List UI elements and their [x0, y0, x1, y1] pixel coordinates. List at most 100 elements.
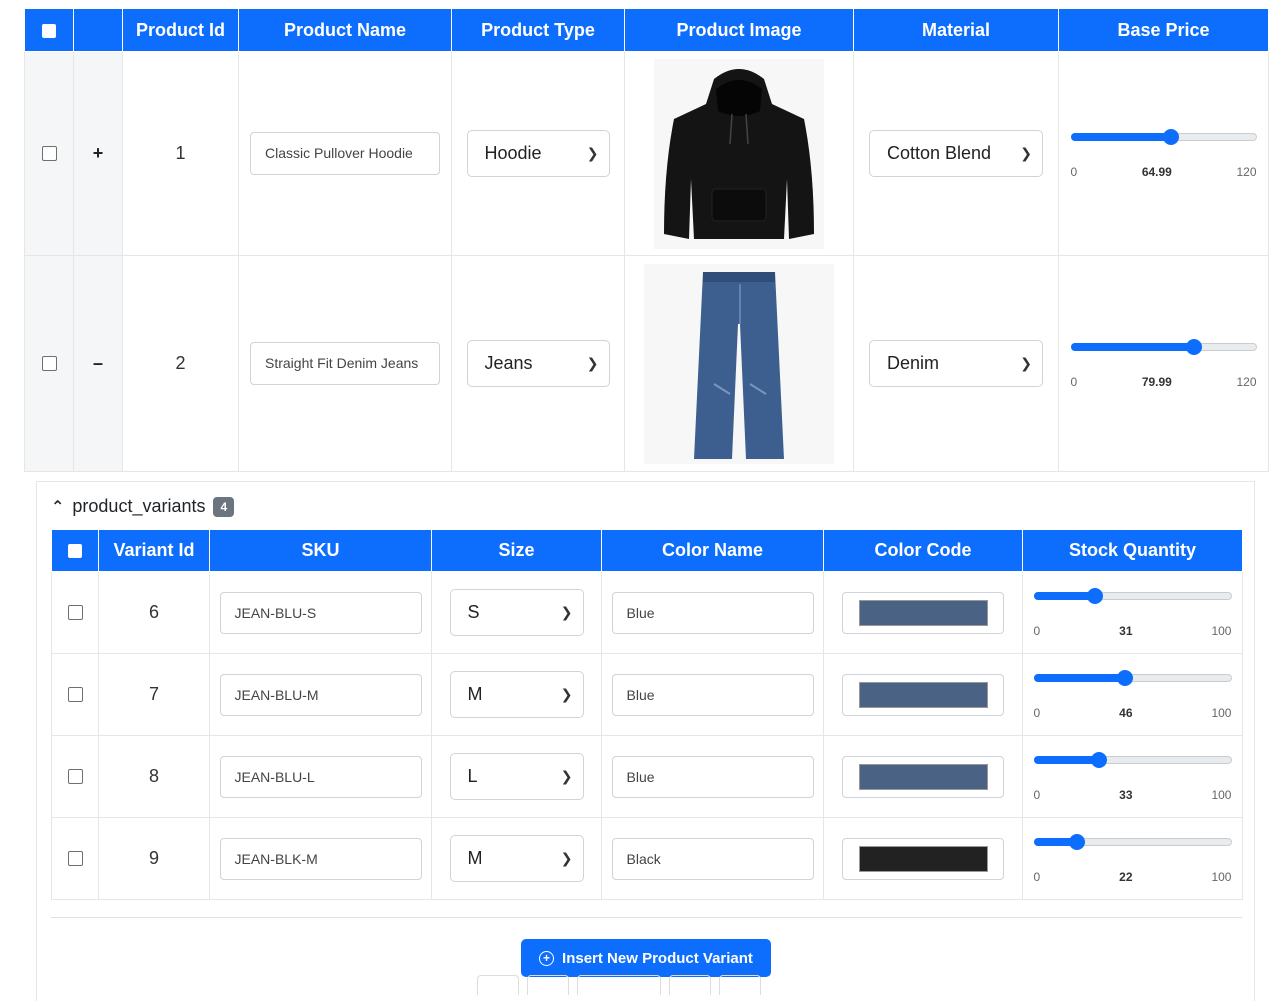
pager-prev-button[interactable] — [527, 975, 569, 995]
slider-thumb[interactable] — [1163, 128, 1180, 145]
sku-cell: JEAN-BLK-M — [209, 817, 432, 900]
stock-slider[interactable] — [1033, 587, 1232, 604]
variant-id: 6 — [148, 602, 159, 622]
collapse-toggle[interactable]: – — [93, 353, 103, 373]
slider-thumb[interactable] — [1116, 669, 1133, 686]
slider-thumb[interactable] — [1069, 833, 1086, 850]
sku-input[interactable]: JEAN-BLU-L — [219, 755, 422, 798]
size-select[interactable]: L ❯ — [449, 753, 584, 800]
row-checkbox[interactable] — [41, 355, 57, 371]
select-all-checkbox[interactable] — [42, 23, 56, 38]
color-name-input[interactable]: Black — [611, 837, 814, 880]
variant-checkbox[interactable] — [67, 686, 83, 702]
header-material[interactable]: Material — [853, 8, 1059, 52]
header-stock-quantity[interactable]: Stock Quantity — [1022, 529, 1243, 572]
product-name-cell: Classic Pullover Hoodie — [238, 51, 452, 256]
expand-cell: – — [73, 255, 123, 472]
sku-input[interactable]: JEAN-BLU-S — [219, 591, 422, 634]
size-select[interactable]: M ❯ — [449, 835, 584, 882]
color-swatch — [858, 763, 988, 790]
stock-min: 0 — [1033, 705, 1041, 720]
product-type-select[interactable]: Hoodie ❯ — [466, 130, 610, 177]
header-variant-id[interactable]: Variant Id — [98, 529, 210, 572]
material-value: Cotton Blend — [887, 143, 992, 163]
stock-scale: 0 31 100 — [1034, 624, 1232, 638]
stock-slider[interactable] — [1033, 669, 1232, 686]
insert-variant-button[interactable]: + Insert New Product Variant — [521, 939, 771, 977]
color-name-input[interactable]: Blue — [611, 673, 814, 716]
variants-header[interactable]: ⌃ product_variants 4 — [51, 496, 235, 517]
divider — [51, 917, 1242, 918]
header-base-price[interactable]: Base Price — [1058, 8, 1269, 52]
insert-variant-label: Insert New Product Variant — [562, 949, 753, 967]
stock-slider[interactable] — [1033, 833, 1232, 850]
color-name-cell: Black — [601, 817, 824, 900]
header-product-type[interactable]: Product Type — [451, 8, 625, 52]
chevron-down-icon: ❯ — [560, 850, 573, 866]
expand-toggle[interactable]: + — [93, 143, 104, 163]
pager-next-button[interactable] — [669, 975, 711, 995]
header-product-image[interactable]: Product Image — [624, 8, 854, 52]
expand-cell: + — [73, 51, 123, 256]
header-product-name[interactable]: Product Name — [238, 8, 452, 52]
product-id-cell: 1 — [122, 51, 239, 256]
color-picker[interactable] — [842, 837, 1004, 880]
variant-id-cell: 8 — [98, 735, 210, 818]
chevron-down-icon: ❯ — [586, 145, 599, 161]
color-name-input[interactable]: Blue — [611, 755, 814, 798]
product-id-cell: 2 — [122, 255, 239, 472]
stock-slider[interactable] — [1033, 751, 1232, 768]
chevron-down-icon: ❯ — [560, 686, 573, 702]
size-select[interactable]: M ❯ — [449, 671, 584, 718]
variant-checkbox[interactable] — [67, 768, 83, 784]
color-picker[interactable] — [842, 673, 1004, 716]
stock-scale: 0 46 100 — [1034, 706, 1232, 720]
variant-select-cell — [51, 653, 99, 736]
pager-page-input[interactable] — [577, 975, 661, 995]
color-swatch — [858, 845, 988, 872]
sku-input[interactable]: JEAN-BLK-M — [219, 837, 422, 880]
header-color-name[interactable]: Color Name — [601, 529, 824, 572]
sku-cell: JEAN-BLU-L — [209, 735, 432, 818]
slider-thumb[interactable] — [1186, 338, 1203, 355]
product-variants-panel: ⌃ product_variants 4 Variant Id SKU Size… — [36, 481, 1255, 1001]
size-select[interactable]: S ❯ — [449, 589, 584, 636]
chevron-down-icon: ❯ — [1020, 355, 1032, 371]
slider-fill — [1033, 591, 1095, 600]
sku-cell: JEAN-BLU-M — [209, 653, 432, 736]
material-select[interactable]: Cotton Blend ❯ — [869, 130, 1043, 177]
price-min: 0 — [1070, 164, 1078, 179]
pager-first-button[interactable] — [477, 975, 519, 995]
stock-cell: 0 33 100 — [1022, 735, 1243, 818]
color-name-input[interactable]: Blue — [611, 591, 814, 634]
header-sku[interactable]: SKU — [209, 529, 432, 572]
header-row: Product Id Product Name Product Type Pro… — [24, 8, 1269, 52]
variant-id: 7 — [148, 684, 159, 704]
product-type-select[interactable]: Jeans ❯ — [466, 340, 610, 387]
variant-checkbox[interactable] — [67, 850, 83, 866]
chevron-up-icon[interactable]: ⌃ — [51, 497, 64, 517]
size-value: S — [467, 602, 480, 622]
row-checkbox[interactable] — [41, 145, 57, 161]
header-color-code[interactable]: Color Code — [823, 529, 1023, 572]
product-name-input[interactable]: Straight Fit Denim Jeans — [250, 342, 440, 385]
base-price-slider[interactable] — [1070, 338, 1257, 355]
color-picker[interactable] — [842, 591, 1004, 634]
stock-cell: 0 22 100 — [1022, 817, 1243, 900]
variants-select-all-checkbox[interactable] — [68, 544, 82, 559]
variant-checkbox[interactable] — [67, 604, 83, 620]
product-name-input[interactable]: Classic Pullover Hoodie — [250, 132, 440, 175]
base-price-slider[interactable] — [1070, 128, 1257, 145]
products-grid: Product Id Product Name Product Type Pro… — [24, 8, 1269, 1001]
variant-id-cell: 9 — [98, 817, 210, 900]
material-select[interactable]: Denim ❯ — [869, 340, 1043, 387]
header-product-id[interactable]: Product Id — [122, 8, 239, 52]
sku-input[interactable]: JEAN-BLU-M — [219, 673, 422, 716]
pager-last-button[interactable] — [719, 975, 761, 995]
slider-thumb[interactable] — [1086, 587, 1103, 604]
color-picker[interactable] — [842, 755, 1004, 798]
product-id: 2 — [175, 353, 186, 373]
size-value: M — [467, 684, 483, 704]
slider-thumb[interactable] — [1090, 751, 1107, 768]
header-size[interactable]: Size — [431, 529, 602, 572]
